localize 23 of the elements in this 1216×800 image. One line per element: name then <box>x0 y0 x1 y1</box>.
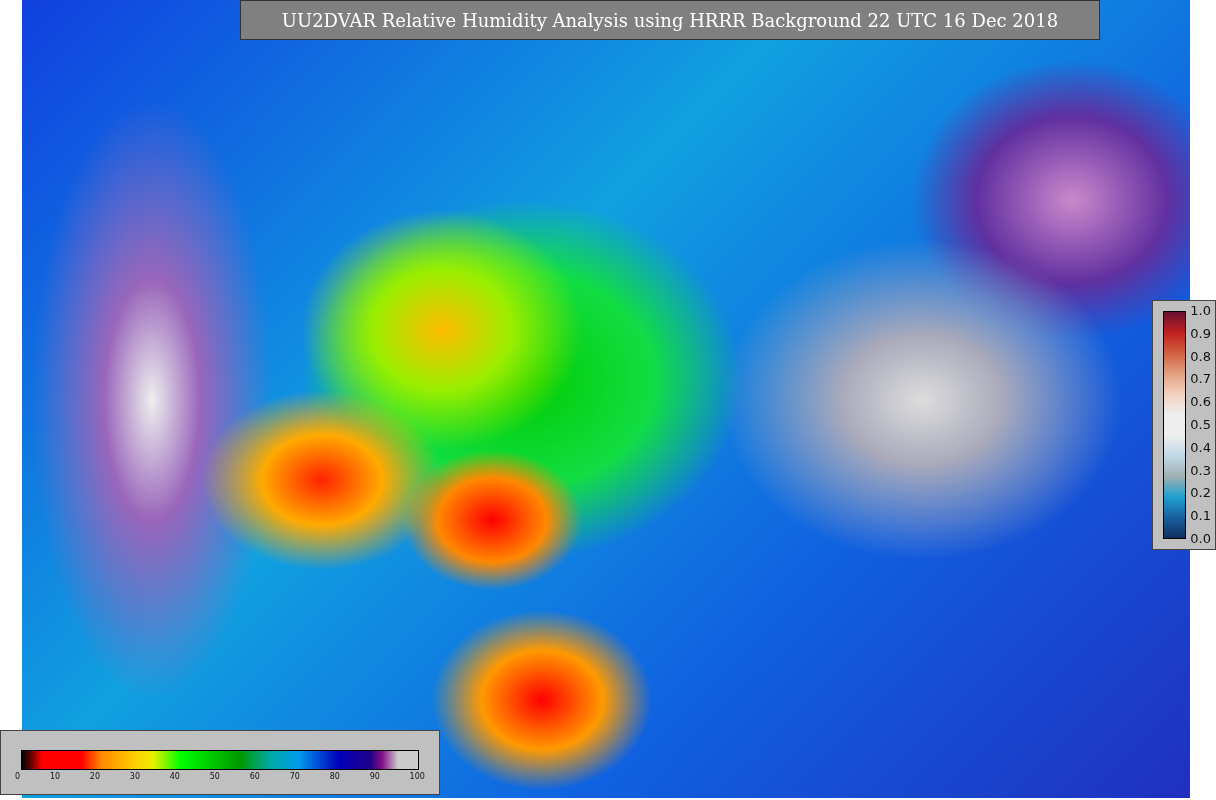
tick-label: 80 <box>329 772 340 781</box>
tick-label: 50 <box>209 772 220 781</box>
tick-label: 0.1 <box>1190 508 1211 525</box>
tick-label: 60 <box>249 772 260 781</box>
tick-label: 40 <box>169 772 180 781</box>
tick-label: 0 <box>15 772 21 781</box>
tick-label: 20 <box>89 772 101 781</box>
tick-label: 100 <box>409 772 425 781</box>
tick-label: 70 <box>289 772 300 781</box>
tick-label: 0.0 <box>1190 530 1211 547</box>
tick-label: 0.6 <box>1190 394 1211 411</box>
tick-label: 0.4 <box>1190 439 1211 456</box>
tick-label: 0.3 <box>1190 462 1211 479</box>
map-title: UU2DVAR Relative Humidity Analysis using HRRR Background 22 UTC 16 Dec 2018 <box>240 0 1100 40</box>
tick-label: 0.9 <box>1190 325 1211 342</box>
tick-label: 90 <box>369 772 380 781</box>
tick-label: 0.5 <box>1190 417 1211 433</box>
tick-label: 0.8 <box>1190 348 1211 365</box>
tick-label: 0.2 <box>1190 485 1211 502</box>
tick-label: 0.7 <box>1190 371 1211 388</box>
tick-label: 30 <box>129 772 140 781</box>
tick-label: 10 <box>49 772 61 781</box>
tick-label: 1.0 <box>1190 303 1211 319</box>
